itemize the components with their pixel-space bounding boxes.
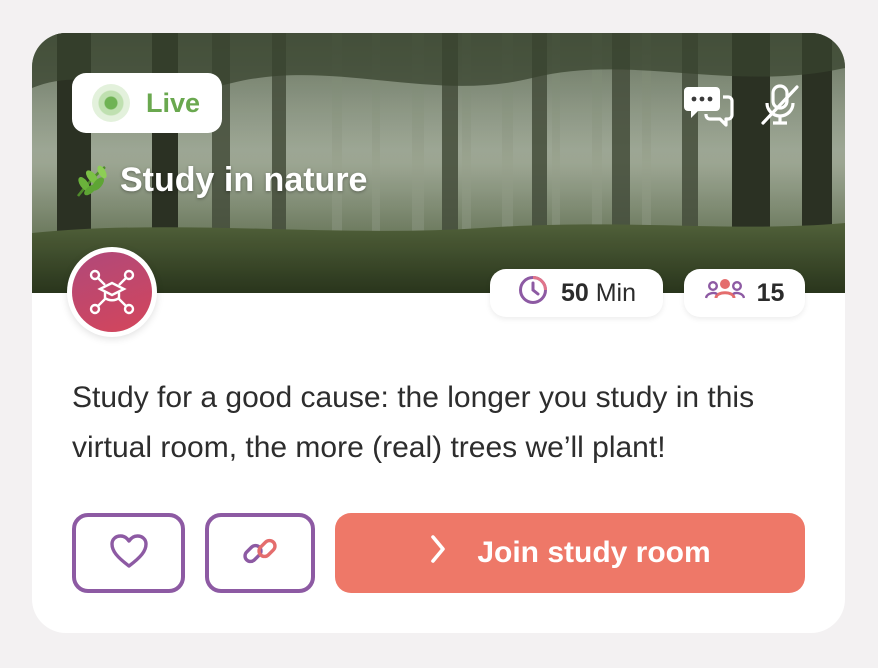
room-avatar [67,247,157,337]
leaf-emoji-icon [72,162,110,200]
study-room-card[interactable]: Live Study in nature 50 Min 15 Study for… [32,33,845,633]
room-title: Study in nature [72,161,367,200]
participants-count: 15 [756,278,785,307]
room-title-text: Study in nature [120,161,368,199]
clock-icon [517,274,549,313]
forest-banner-image: Live Study in nature [32,33,845,293]
favorite-button[interactable] [72,513,185,593]
participants-badge: 15 [684,269,805,317]
live-indicator-icon [92,84,130,122]
join-study-room-button[interactable]: Join study room [335,513,805,593]
network-graduation-cap-icon [89,269,135,315]
live-status-label: Live [146,87,201,118]
join-button-label: Join study room [477,536,711,569]
copy-link-button[interactable] [205,513,315,593]
duration-badge: 50 Min [490,269,663,317]
heart-icon [109,533,149,574]
link-icon [240,531,280,576]
live-status-badge: Live [72,73,222,133]
chat-bubbles-icon[interactable] [684,83,734,127]
room-description: Study for a good cause: the longer you s… [72,381,755,464]
duration-unit: Min [595,278,637,307]
duration-value: 50 [560,278,589,307]
chevron-right-icon [429,534,447,572]
mic-muted-icon[interactable] [759,83,801,127]
people-group-icon [704,275,745,312]
